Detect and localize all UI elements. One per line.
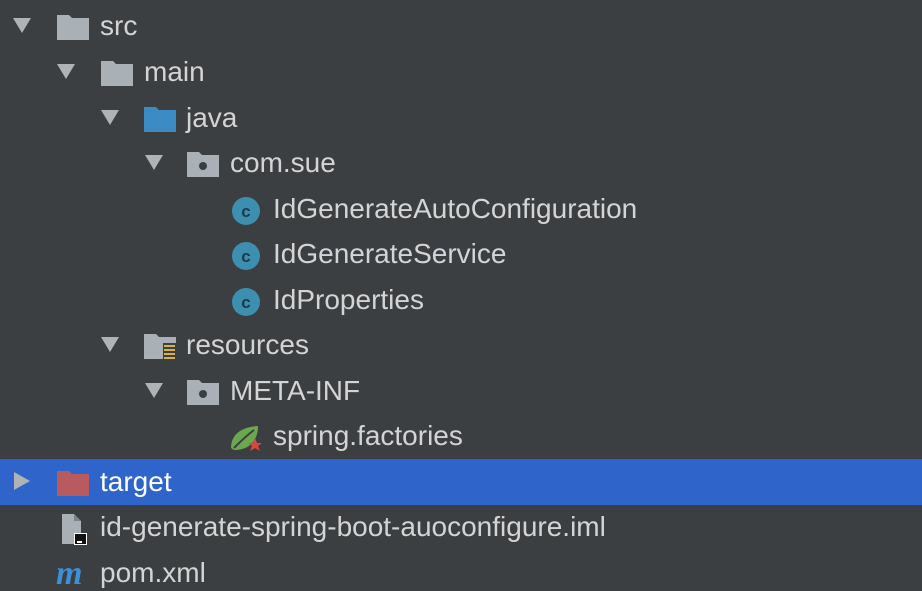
expand-arrow-icon[interactable] [101,337,119,352]
tree-item-resources[interactable]: resources [0,322,922,368]
expand-arrow-icon[interactable] [101,110,119,125]
project-tree: src main java com.sue c IdGenerateAutoCo… [0,0,922,591]
tree-item-label: target [100,466,172,497]
excluded-folder-icon [56,468,90,498]
expand-arrow-icon[interactable] [57,64,75,79]
svg-text:c: c [241,247,250,266]
tree-item-java[interactable]: java [0,95,922,141]
svg-text:c: c [241,293,250,312]
java-class-icon: c [230,286,264,316]
tree-item-label: com.sue [230,147,336,178]
tree-item-label: pom.xml [100,557,206,588]
tree-item-class[interactable]: c IdProperties [0,277,922,323]
expand-arrow-icon[interactable] [13,18,31,33]
tree-item-iml[interactable]: id-generate-spring-boot-auoconfigure.iml [0,504,922,550]
tree-item-com-sue[interactable]: com.sue [0,140,922,186]
folder-icon [100,58,134,88]
tree-item-main[interactable]: main [0,49,922,95]
resources-folder-icon [143,331,177,361]
expand-arrow-icon[interactable] [145,383,163,398]
svg-text:c: c [241,202,250,221]
tree-item-label: id-generate-spring-boot-auoconfigure.iml [100,511,606,542]
package-icon [186,149,220,179]
collapse-arrow-icon[interactable] [14,472,30,490]
tree-item-spring-factories[interactable]: spring.factories [0,413,922,459]
expand-arrow-icon[interactable] [145,155,163,170]
tree-item-label: spring.factories [273,420,463,451]
tree-item-target[interactable]: target [0,459,922,505]
tree-item-class[interactable]: c IdGenerateService [0,231,922,277]
tree-item-meta-inf[interactable]: META-INF [0,368,922,414]
tree-item-pom[interactable]: m pom.xml [0,550,922,591]
folder-icon [56,12,90,42]
svg-text:m: m [56,559,82,589]
tree-item-label: main [144,56,205,87]
source-folder-icon [143,104,177,134]
tree-item-label: java [186,102,238,133]
maven-icon: m [54,559,88,589]
tree-item-label: META-INF [230,375,361,406]
java-class-icon: c [230,195,264,225]
package-icon [186,377,220,407]
tree-item-label: resources [186,329,309,360]
tree-item-src[interactable]: src [0,3,922,49]
tree-item-class[interactable]: c IdGenerateAutoConfiguration [0,186,922,232]
tree-item-label: src [100,10,138,41]
tree-item-label: IdGenerateAutoConfiguration [273,193,638,224]
iml-file-icon [58,513,92,545]
tree-item-label: IdGenerateService [273,238,507,269]
tree-item-label: IdProperties [273,284,424,315]
spring-factories-icon [228,422,262,452]
java-class-icon: c [230,240,264,270]
